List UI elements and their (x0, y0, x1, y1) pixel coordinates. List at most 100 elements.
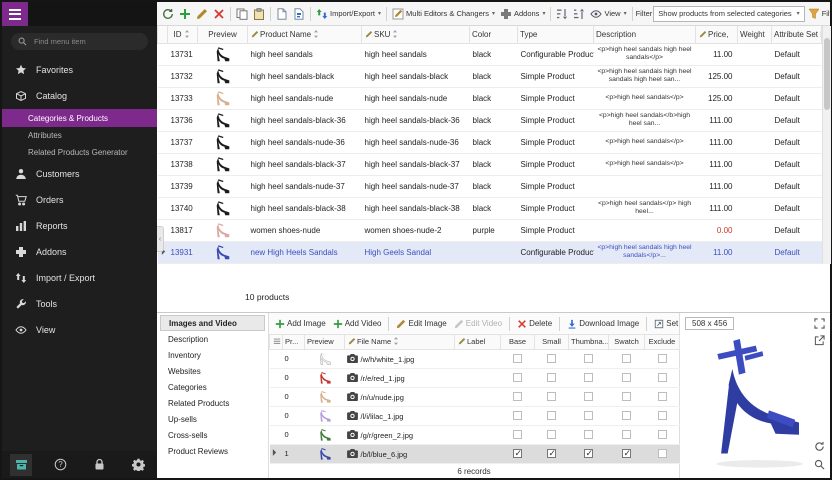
set-resize-rule-button[interactable]: Set Resize Rule▾ (652, 317, 679, 331)
base-checkbox[interactable] (513, 430, 522, 439)
product-row[interactable]: 13931new High Heels SandalsHigh Geels Sa… (158, 241, 822, 263)
product-row[interactable]: 13732high heel sandals-blackhigh heel sa… (158, 65, 822, 87)
exclude-checkbox[interactable] (658, 392, 667, 401)
small-checkbox[interactable] (547, 411, 556, 420)
detail-tab-images-and-video[interactable]: Images and Video (160, 315, 265, 331)
column-header-preview[interactable]: Preview (305, 335, 345, 349)
export-grid-button[interactable] (274, 6, 290, 22)
column-header-swatch[interactable]: Swatch (609, 335, 645, 349)
sidebar-item-attributes[interactable]: Attributes (2, 127, 157, 144)
column-header-file[interactable]: File Name (345, 335, 455, 349)
swatch-checkbox[interactable] (622, 354, 631, 363)
product-photo[interactable] (692, 329, 814, 471)
edit-product-button[interactable] (194, 6, 210, 22)
swatch-checkbox[interactable] (622, 392, 631, 401)
detail-tab-websites[interactable]: Websites (160, 363, 265, 379)
column-header-attr[interactable]: Attribute Set Name (772, 26, 822, 43)
sidebar-search[interactable] (11, 33, 148, 50)
filter-select[interactable]: Show products from selected categories▾ (653, 6, 804, 22)
sidebar-collapse-handle[interactable]: ‹ (157, 226, 164, 252)
small-checkbox[interactable] (547, 392, 556, 401)
column-header-type[interactable]: Type (518, 26, 594, 43)
refresh-button[interactable] (160, 6, 176, 22)
base-checkbox[interactable] (513, 354, 522, 363)
product-row[interactable]: 13739high heel sandals-nude-37high heel … (158, 175, 822, 197)
product-row[interactable]: 13817women shoes-nudewomen shoes-nude-2p… (158, 219, 822, 241)
sidebar-item-orders[interactable]: Orders (2, 187, 157, 213)
column-header-weight[interactable]: Weight (738, 26, 772, 43)
view-menu[interactable]: View▾ (588, 6, 628, 22)
sidebar-item-addons[interactable]: Addons (2, 239, 157, 265)
add-image-button[interactable]: Add Image (273, 317, 328, 331)
detail-tab-description[interactable]: Description (160, 331, 265, 347)
sort-asc-button[interactable] (554, 6, 570, 22)
swatch-checkbox[interactable] (622, 430, 631, 439)
import-export-menu[interactable]: Import/Export▾ (314, 6, 383, 22)
column-header-name[interactable]: Product Name (248, 26, 362, 43)
column-header-exclude[interactable]: Exclude (645, 335, 680, 349)
sidebar-item-reports[interactable]: Reports (2, 213, 157, 239)
column-header-select[interactable] (270, 335, 283, 349)
base-checkbox[interactable] (513, 449, 522, 458)
archive-icon[interactable] (10, 454, 32, 476)
detail-tab-inventory[interactable]: Inventory (160, 347, 265, 363)
column-header-price[interactable]: Price, (696, 26, 738, 43)
column-header-sku[interactable]: SKU (362, 26, 470, 43)
swatch-checkbox[interactable] (622, 411, 631, 420)
column-header-desc[interactable]: Description (594, 26, 696, 43)
image-row[interactable]: 1/b/l/blue_6.jpg (270, 444, 680, 463)
zoom-icon[interactable] (814, 459, 825, 470)
filters-button[interactable]: Filters▾ (806, 6, 830, 22)
multi-editors-menu[interactable]: Multi Editors & Changers▾ (390, 6, 497, 22)
base-checkbox[interactable] (513, 411, 522, 420)
product-row[interactable]: 13740high heel sandals-black-38high heel… (158, 197, 822, 219)
sidebar-item-import-export[interactable]: Import / Export (2, 265, 157, 291)
thumbnail-checkbox[interactable] (584, 392, 593, 401)
product-row[interactable]: 13733high heel sandals-nudehigh heel san… (158, 87, 822, 109)
column-header-thumbnail[interactable]: Thumbna... (569, 335, 609, 349)
column-header-color[interactable]: Color (470, 26, 518, 43)
product-row[interactable]: 13738high heel sandals-black-37high heel… (158, 153, 822, 175)
scrollbar-thumb[interactable] (824, 38, 830, 110)
add-product-button[interactable] (177, 6, 193, 22)
swatch-checkbox[interactable] (622, 373, 631, 382)
sidebar-item-tools[interactable]: Tools (2, 291, 157, 317)
image-row[interactable]: 0/w/h/white_1.jpg (270, 349, 680, 368)
sidebar-item-related-products-generator[interactable]: Related Products Generator (2, 144, 157, 161)
sidebar-item-view[interactable]: View (2, 317, 157, 343)
thumbnail-checkbox[interactable] (584, 354, 593, 363)
gear-icon[interactable] (127, 454, 149, 476)
exclude-checkbox[interactable] (658, 373, 667, 382)
copy-button[interactable] (234, 6, 250, 22)
delete-product-button[interactable] (211, 6, 227, 22)
thumbnail-checkbox[interactable] (584, 449, 593, 458)
thumbnail-checkbox[interactable] (584, 373, 593, 382)
vertical-scrollbar[interactable] (822, 26, 831, 264)
detail-tab-product-reviews[interactable]: Product Reviews (160, 443, 265, 459)
column-header-small[interactable]: Small (535, 335, 569, 349)
image-row[interactable]: 0/n/u/nude.jpg (270, 387, 680, 406)
base-checkbox[interactable] (513, 373, 522, 382)
product-row[interactable]: 13736high heel sandals-black-36high heel… (158, 109, 822, 131)
thumbnail-checkbox[interactable] (584, 430, 593, 439)
fullscreen-icon[interactable] (814, 318, 825, 329)
exclude-checkbox[interactable] (658, 411, 667, 420)
column-header-label[interactable]: Label (455, 335, 501, 349)
paste-button[interactable] (251, 6, 267, 22)
help-icon[interactable]: ? (49, 454, 71, 476)
column-header-preview[interactable]: Preview (198, 26, 248, 43)
image-row[interactable]: 0/r/e/red_1.jpg (270, 368, 680, 387)
small-checkbox[interactable] (547, 430, 556, 439)
small-checkbox[interactable] (547, 449, 556, 458)
image-row[interactable]: 0/l/i/lilac_1.jpg (270, 406, 680, 425)
sidebar-item-catalog[interactable]: Catalog (2, 83, 157, 109)
exclude-checkbox[interactable] (658, 449, 667, 458)
sort-desc-button[interactable] (571, 6, 587, 22)
image-row[interactable]: 0/g/r/green_2.jpg (270, 425, 680, 444)
small-checkbox[interactable] (547, 373, 556, 382)
column-header-id[interactable]: ID (168, 26, 198, 43)
swatch-checkbox[interactable] (622, 449, 631, 458)
thumbnail-checkbox[interactable] (584, 411, 593, 420)
menu-toggle-button[interactable] (2, 2, 28, 26)
column-header-priority[interactable]: Pr... (283, 335, 305, 349)
